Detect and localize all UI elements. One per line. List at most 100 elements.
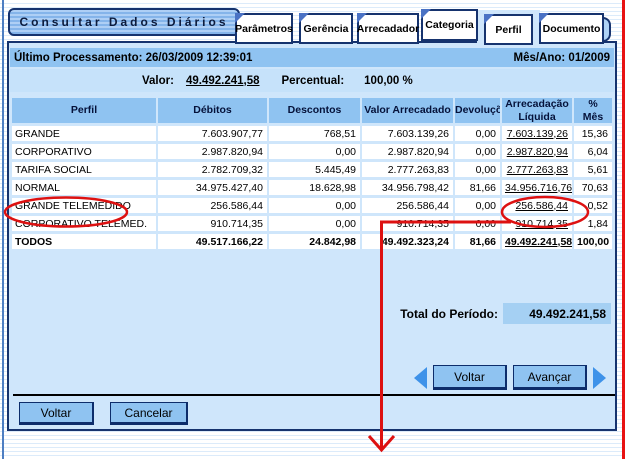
- period-total-label: Total do Período:: [400, 307, 498, 321]
- cell-pct-mes: 100,00: [574, 234, 612, 249]
- cell-pct-mes: 0,52: [574, 198, 612, 213]
- cell-debitos: 256.586,44: [158, 198, 267, 213]
- cell-devolucoes: 0,00: [455, 216, 500, 231]
- col-header-debitos: Débitos: [158, 98, 267, 123]
- col-header-arrecadacao-liquida: Arrecadação Líquida: [502, 98, 572, 123]
- tab-fold-icon: [357, 13, 367, 23]
- cell-descontos: 768,51: [269, 126, 360, 141]
- cell-arrecadacao-liquida-link[interactable]: 2.777.263,83: [502, 162, 572, 177]
- cell-debitos: 49.517.166,22: [158, 234, 267, 249]
- tab-label: Gerência: [304, 23, 349, 35]
- back-button[interactable]: Voltar: [19, 402, 94, 425]
- cell-valor-arrecadado: 256.586,44: [362, 198, 453, 213]
- cell-perfil: GRANDE TELEMEDIDO: [12, 198, 156, 213]
- table-row: TARIFA SOCIAL 2.782.709,32 5.445,49 2.77…: [12, 162, 612, 177]
- cell-valor-arrecadado: 34.956.798,42: [362, 180, 453, 195]
- cell-valor-arrecadado: 2.777.263,83: [362, 162, 453, 177]
- tab-arrecadador[interactable]: Arrecadador: [357, 13, 419, 44]
- page-title-label: Consultar Dados Diários: [19, 15, 228, 29]
- table-row: CORPORATIVO TELEMED. 910.714,35 0,00 910…: [12, 216, 612, 231]
- cell-pct-mes: 70,63: [574, 180, 612, 195]
- cell-pct-mes: 1,84: [574, 216, 612, 231]
- cell-perfil: CORPORATIVO: [12, 144, 156, 159]
- cancel-button[interactable]: Cancelar: [110, 402, 188, 425]
- tab-categoria[interactable]: Categoria: [421, 9, 478, 41]
- cell-valor-arrecadado: 7.603.139,26: [362, 126, 453, 141]
- summary-bar: Valor: 49.492.241,58 Percentual: 100,00 …: [10, 69, 614, 92]
- cell-pct-mes: 15,36: [574, 126, 612, 141]
- cell-descontos: 5.445,49: [269, 162, 360, 177]
- percentual-value: 100,00 %: [364, 75, 413, 87]
- tab-fold-icon: [539, 13, 549, 23]
- cell-devolucoes: 81,66: [455, 234, 500, 249]
- valor-value-link[interactable]: 49.492.241,58: [186, 75, 260, 87]
- cell-valor-arrecadado: 49.492.323,24: [362, 234, 453, 249]
- month-year-text: Mês/Ano: 01/2009: [513, 52, 610, 64]
- cell-arrecadacao-liquida-link[interactable]: 2.987.820,94: [502, 144, 572, 159]
- table-header-row: Perfil Débitos Descontos Valor Arrecadad…: [12, 98, 612, 123]
- cell-arrecadacao-liquida-link[interactable]: 910.714,35: [502, 216, 572, 231]
- page-last-arrow-icon[interactable]: [593, 367, 606, 389]
- table-row: GRANDE 7.603.907,77 768,51 7.603.139,26 …: [12, 126, 612, 141]
- window-left-border: [2, 0, 4, 459]
- period-total-value: 49.492.241,58: [503, 303, 611, 324]
- tab-label: Parâmetros: [235, 23, 293, 35]
- cell-perfil: NORMAL: [12, 180, 156, 195]
- cell-perfil: GRANDE: [12, 126, 156, 141]
- cell-devolucoes: 0,00: [455, 144, 500, 159]
- cell-valor-arrecadado: 910.714,35: [362, 216, 453, 231]
- valor-label: Valor:: [142, 75, 174, 87]
- tab-gerencia[interactable]: Gerência: [299, 13, 353, 44]
- col-header-descontos: Descontos: [269, 98, 360, 123]
- cell-pct-mes: 6,04: [574, 144, 612, 159]
- table-row: CORPORATIVO 2.987.820,94 0,00 2.987.820,…: [12, 144, 612, 159]
- processing-info-bar: Último Processamento: 26/03/2009 12:39:0…: [10, 48, 614, 67]
- cell-descontos: 24.842,98: [269, 234, 360, 249]
- pagination-back-button[interactable]: Voltar: [433, 365, 507, 390]
- col-header-perfil: Perfil: [12, 98, 156, 123]
- cell-debitos: 34.975.427,40: [158, 180, 267, 195]
- cell-debitos: 2.782.709,32: [158, 162, 267, 177]
- tab-label: Categoria: [425, 19, 473, 31]
- cell-descontos: 0,00: [269, 198, 360, 213]
- cell-devolucoes: 0,00: [455, 126, 500, 141]
- tab-fold-icon: [421, 9, 431, 19]
- cell-arrecadacao-liquida-link[interactable]: 256.586,44: [502, 198, 572, 213]
- footer-divider: [13, 394, 615, 396]
- cell-arrecadacao-liquida-link[interactable]: 49.492.241,58: [502, 234, 572, 249]
- table-row-totals: TODOS 49.517.166,22 24.842,98 49.492.323…: [12, 234, 612, 249]
- col-header-valor-arrecadado: Valor Arrecadado: [362, 98, 453, 123]
- tab-fold-icon: [484, 14, 494, 24]
- tab-perfil[interactable]: Perfil: [484, 14, 533, 45]
- tab-fold-icon: [235, 13, 245, 23]
- cell-descontos: 18.628,98: [269, 180, 360, 195]
- tab-label: Perfil: [495, 24, 521, 36]
- cell-arrecadacao-liquida-link[interactable]: 34.956.716,76: [502, 180, 572, 195]
- page-first-arrow-icon[interactable]: [414, 367, 427, 389]
- cell-perfil: TODOS: [12, 234, 156, 249]
- cell-debitos: 7.603.907,77: [158, 126, 267, 141]
- cell-pct-mes: 5,61: [574, 162, 612, 177]
- period-total: Total do Período: 49.492.241,58: [380, 303, 611, 324]
- tab-label: Arrecadador: [357, 23, 419, 35]
- tab-documento[interactable]: Documento: [539, 13, 604, 44]
- table-row-highlighted: GRANDE TELEMEDIDO 256.586,44 0,00 256.58…: [12, 198, 612, 213]
- table-row: NORMAL 34.975.427,40 18.628,98 34.956.79…: [12, 180, 612, 195]
- page-title: Consultar Dados Diários: [8, 8, 240, 36]
- cell-debitos: 2.987.820,94: [158, 144, 267, 159]
- tab-parametros[interactable]: Parâmetros: [235, 13, 293, 44]
- col-header-pct-mes: % Mês: [574, 98, 612, 123]
- cell-devolucoes: 81,66: [455, 180, 500, 195]
- cell-arrecadacao-liquida-link[interactable]: 7.603.139,26: [502, 126, 572, 141]
- cell-perfil: CORPORATIVO TELEMED.: [12, 216, 156, 231]
- cell-devolucoes: 0,00: [455, 162, 500, 177]
- cell-perfil: TARIFA SOCIAL: [12, 162, 156, 177]
- annotation-arrowhead-icon: [369, 436, 394, 450]
- tab-label: Documento: [543, 23, 601, 35]
- profile-totals-table: Perfil Débitos Descontos Valor Arrecadad…: [10, 95, 614, 252]
- cell-debitos: 910.714,35: [158, 216, 267, 231]
- pagination: Voltar Avançar: [414, 365, 606, 390]
- cell-valor-arrecadado: 2.987.820,94: [362, 144, 453, 159]
- pagination-forward-button[interactable]: Avançar: [513, 365, 587, 390]
- cell-descontos: 0,00: [269, 216, 360, 231]
